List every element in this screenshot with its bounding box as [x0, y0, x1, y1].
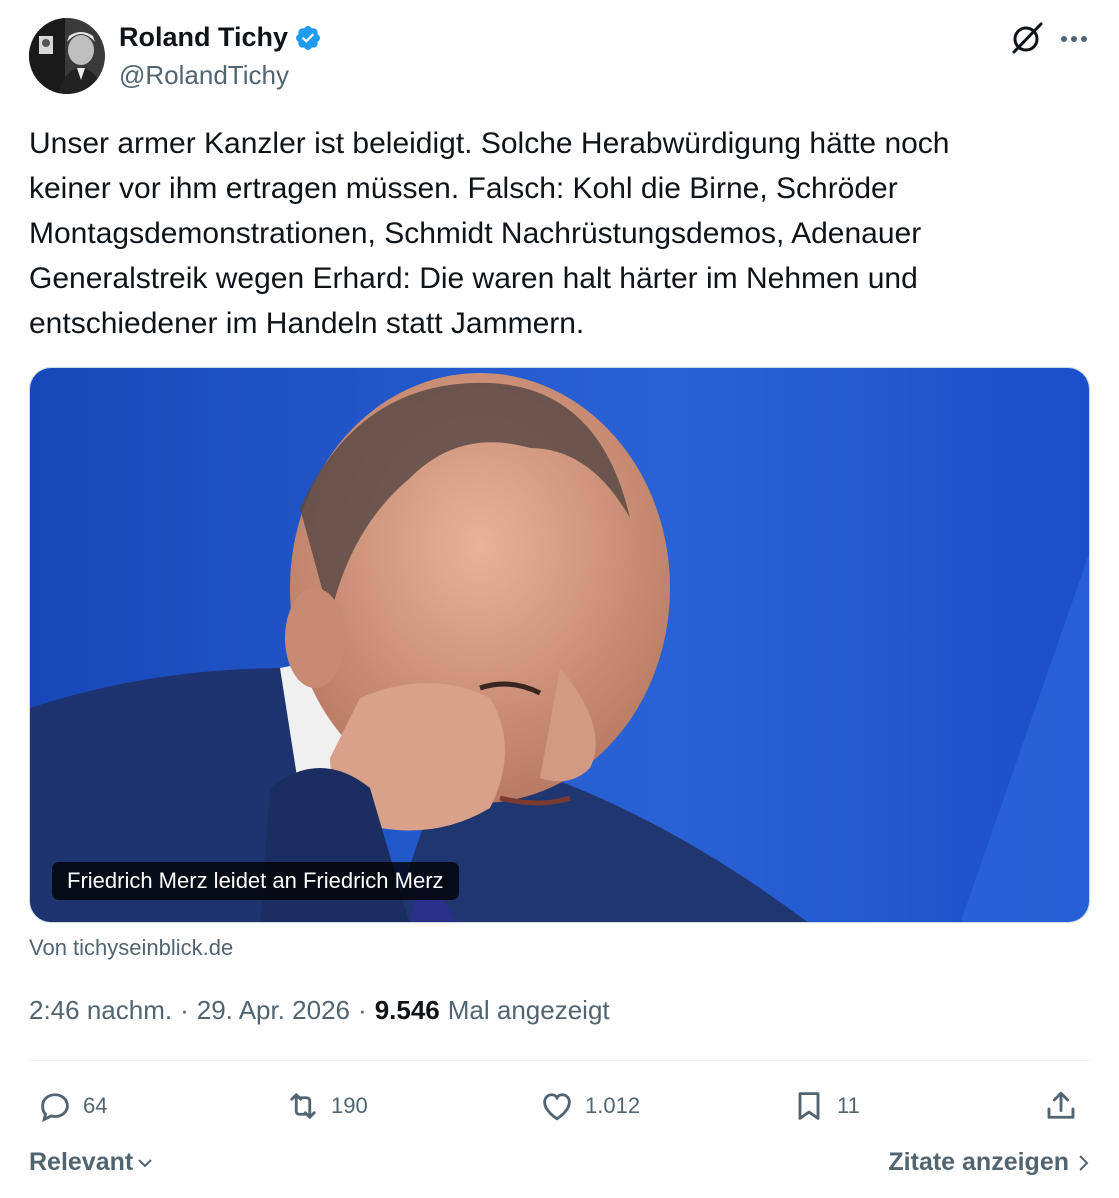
repost-count: 190 — [331, 1093, 368, 1118]
replies-footer: Relevant Zitate anzeigen — [29, 1148, 1091, 1184]
share-icon — [1047, 1091, 1075, 1119]
author-name-row: Roland Tichy — [119, 22, 322, 53]
reply-count: 64 — [83, 1093, 108, 1118]
bookmark-icon — [798, 1092, 820, 1120]
bookmark-button[interactable]: 11 — [791, 1084, 860, 1128]
tweet-meta: 2:46 nachm. · 29. Apr. 2026 · 9.546 Mal … — [29, 995, 610, 1026]
chevron-down-icon — [138, 1158, 152, 1167]
quotes-label: Zitate anzeigen — [888, 1148, 1069, 1176]
chevron-right-icon — [1079, 1154, 1089, 1171]
card-source[interactable]: Von tichyseinblick.de — [29, 935, 233, 961]
article-image — [30, 368, 1089, 922]
divider — [29, 1060, 1091, 1061]
tweet-header: Roland Tichy @RolandTichy — [29, 18, 1091, 96]
grok-icon[interactable] — [1009, 20, 1045, 56]
author-handle[interactable]: @RolandTichy — [119, 60, 289, 91]
reply-icon — [41, 1093, 69, 1123]
view-label: Mal angezeigt — [447, 995, 610, 1025]
author-name[interactable]: Roland Tichy — [119, 22, 288, 53]
repost-button[interactable]: 190 — [285, 1084, 368, 1128]
tweet-text: Unser armer Kanzler ist beleidigt. Solch… — [29, 127, 950, 340]
reply-button[interactable]: 64 — [37, 1084, 107, 1128]
sort-label: Relevant — [29, 1148, 134, 1176]
verified-badge-icon — [296, 25, 320, 50]
link-card[interactable]: Friedrich Merz leidet an Friedrich Merz — [29, 367, 1090, 923]
share-button[interactable] — [1043, 1084, 1079, 1128]
repost-icon — [290, 1093, 316, 1119]
meta-separator: · — [358, 995, 367, 1025]
view-quotes-link[interactable]: Zitate anzeigen — [888, 1148, 1091, 1177]
like-count: 1.012 — [585, 1093, 641, 1118]
bookmark-count: 11 — [837, 1093, 860, 1118]
action-bar: 64 190 1.012 11 — [29, 1084, 1091, 1128]
view-count: 9.546 — [374, 995, 440, 1025]
avatar[interactable] — [29, 18, 105, 94]
tweet-time[interactable]: 2:46 nachm. — [29, 995, 172, 1026]
like-button[interactable]: 1.012 — [539, 1084, 640, 1128]
sort-dropdown[interactable]: Relevant — [29, 1148, 155, 1177]
tweet-date[interactable]: 29. Apr. 2026 — [197, 995, 350, 1026]
card-caption: Friedrich Merz leidet an Friedrich Merz — [52, 862, 459, 900]
more-icon[interactable] — [1057, 24, 1091, 54]
like-icon — [543, 1093, 571, 1121]
meta-separator: · — [180, 995, 189, 1025]
